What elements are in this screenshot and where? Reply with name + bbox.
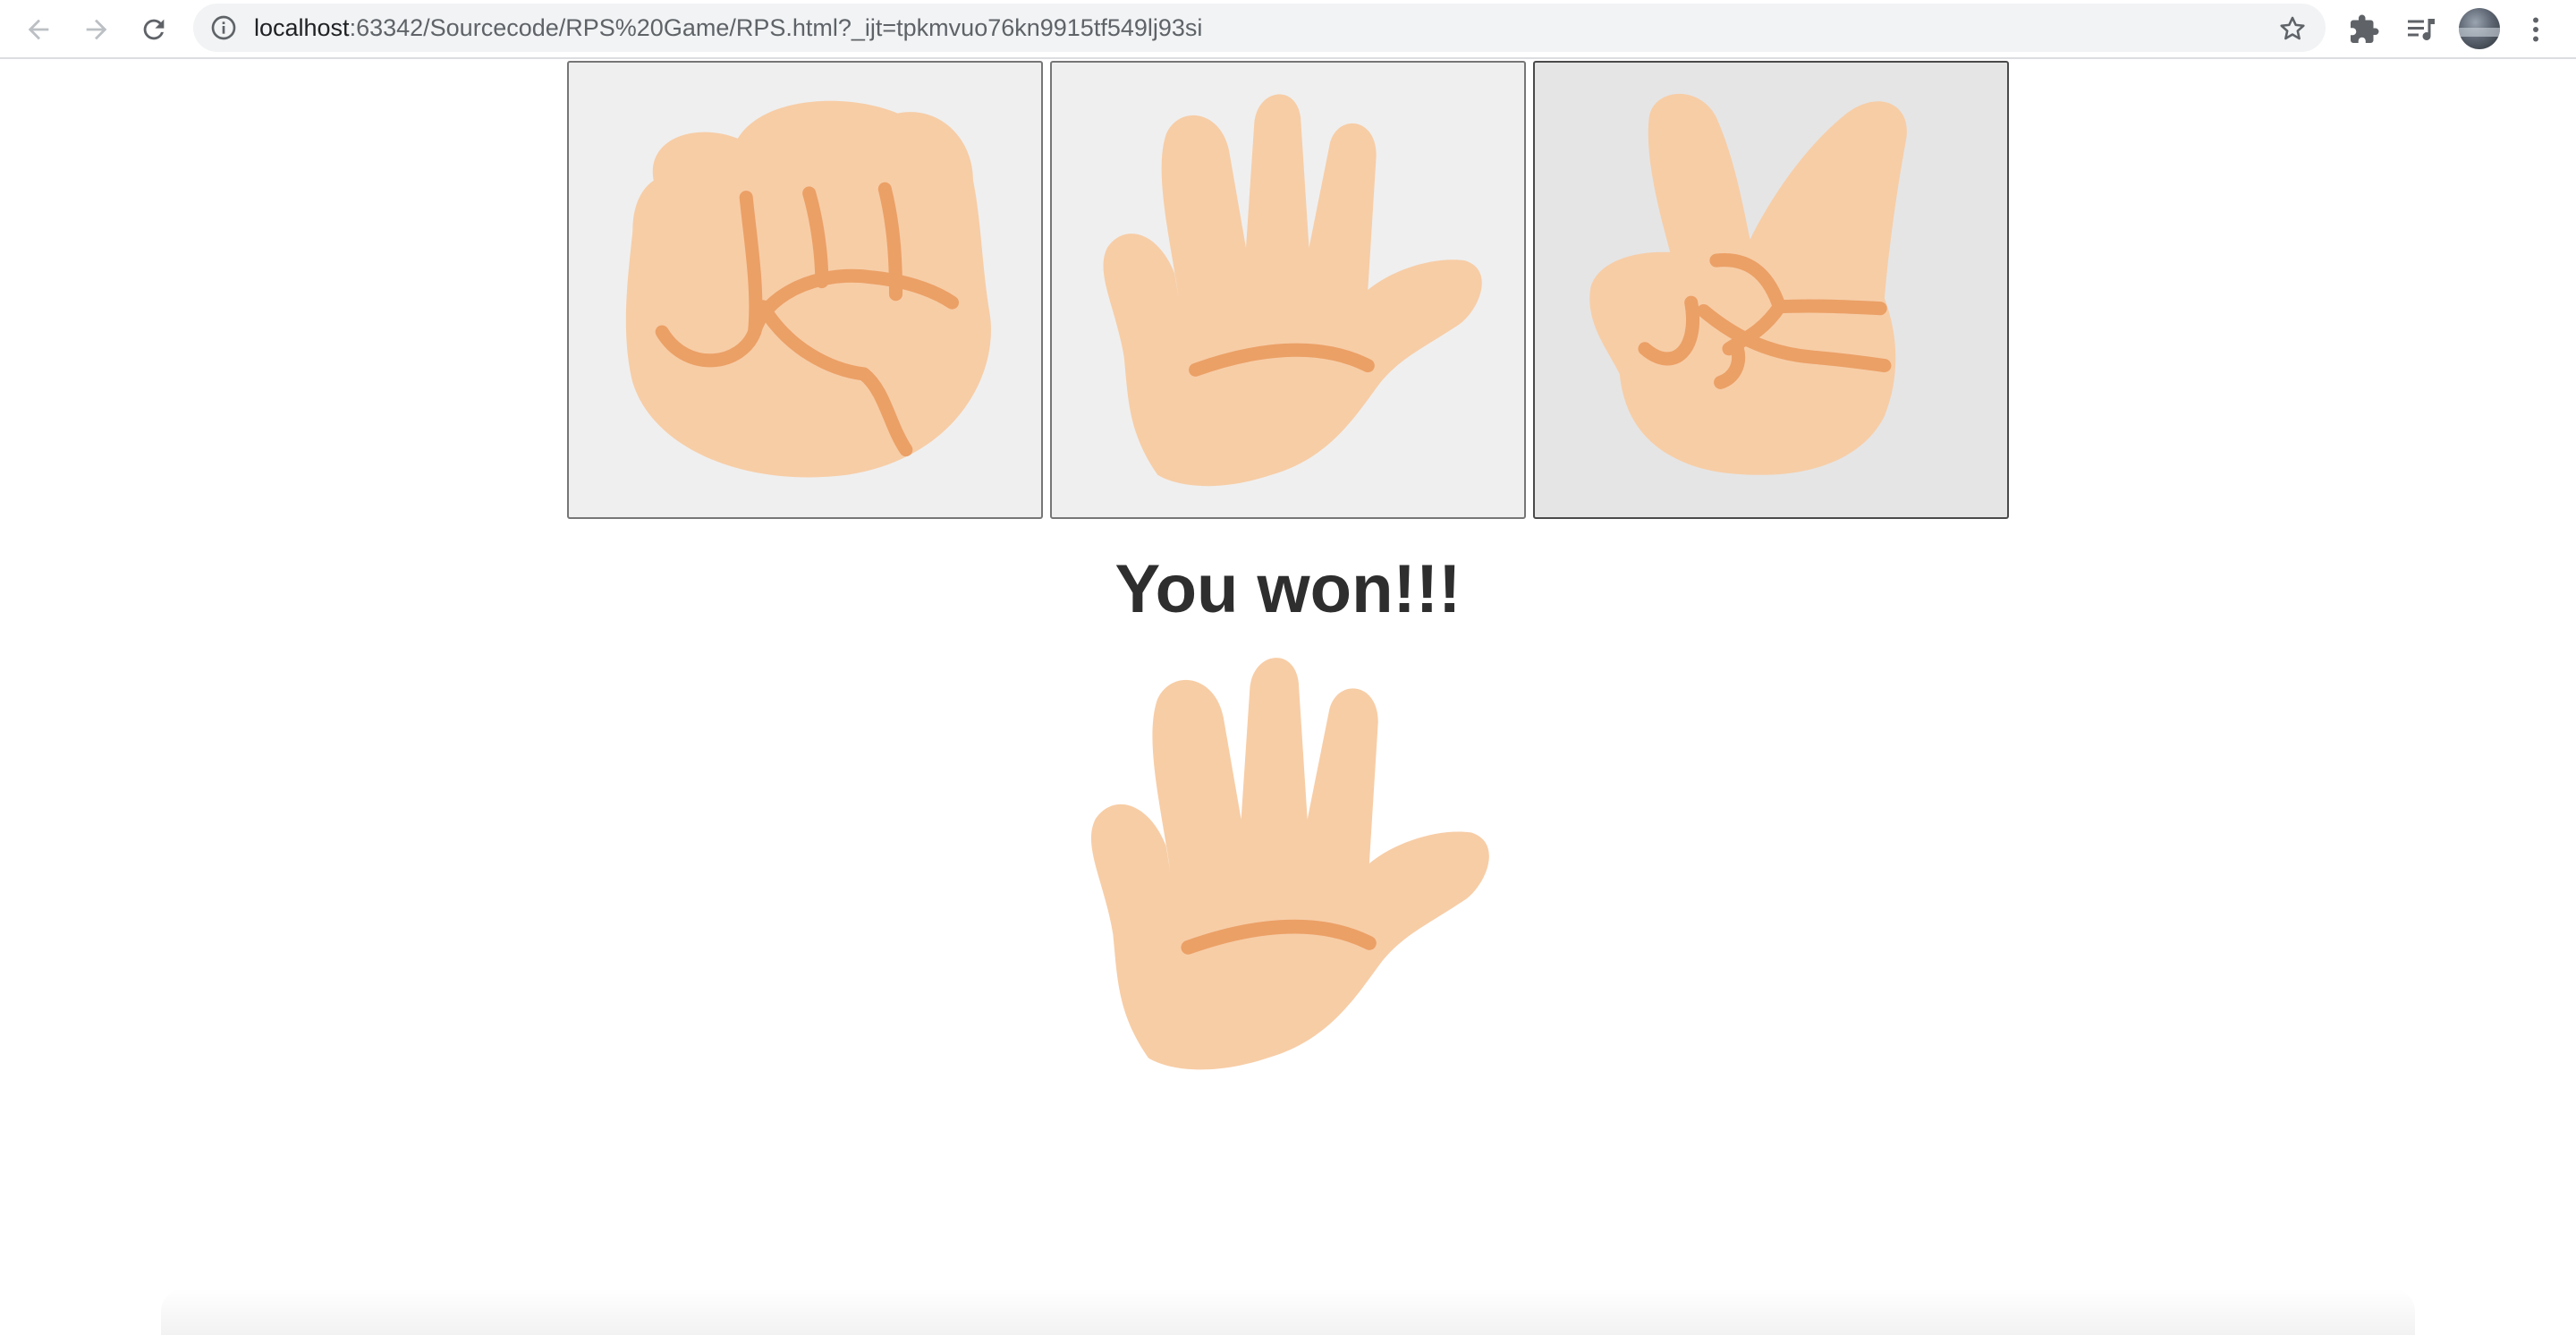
- back-button[interactable]: [16, 7, 61, 52]
- url-path: :63342/Sourcecode/RPS%20Game/RPS.html?_i…: [349, 14, 1203, 41]
- profile-avatar[interactable]: [2459, 8, 2500, 49]
- choice-buttons: [567, 61, 2009, 519]
- media-control-button[interactable]: [2401, 9, 2442, 50]
- open-hand-icon: [1064, 642, 1506, 1084]
- address-bar[interactable]: localhost:63342/Sourcecode/RPS%20Game/RP…: [193, 4, 2326, 52]
- extensions-button[interactable]: [2343, 9, 2385, 50]
- browser-toolbar: localhost:63342/Sourcecode/RPS%20Game/RP…: [0, 0, 2576, 59]
- menu-button[interactable]: [2515, 9, 2556, 50]
- arrow-left-icon: [28, 19, 49, 40]
- url-host: localhost: [254, 14, 350, 41]
- forward-button[interactable]: [74, 7, 119, 52]
- computer-choice-image: [1064, 642, 1506, 1084]
- info-icon[interactable]: [209, 13, 238, 42]
- arrow-right-icon: [86, 19, 107, 40]
- kebab-menu-icon: [2533, 17, 2538, 42]
- reload-icon: [143, 19, 165, 40]
- puzzle-icon: [2351, 14, 2379, 43]
- result-message: You won!!!: [1114, 551, 1462, 627]
- rock-button[interactable]: [567, 61, 1043, 519]
- open-hand-icon: [1078, 71, 1498, 509]
- reload-button[interactable]: [131, 7, 176, 52]
- paper-button[interactable]: [1050, 61, 1526, 519]
- playlist-icon: [2408, 19, 2435, 41]
- url-text: localhost:63342/Sourcecode/RPS%20Game/RP…: [254, 4, 1202, 52]
- fist-hand-icon: [595, 71, 1015, 509]
- peace-hand-icon: [1561, 71, 1981, 509]
- star-icon[interactable]: [2277, 13, 2308, 44]
- scissors-button[interactable]: [1533, 61, 2009, 519]
- window-bottom-shadow: [161, 1288, 2415, 1335]
